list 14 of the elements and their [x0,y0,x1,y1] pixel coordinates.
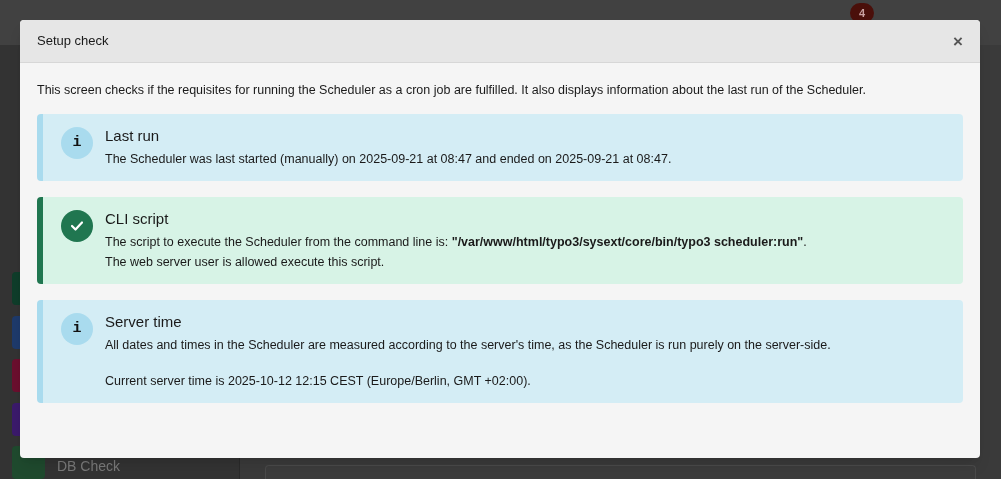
callout-title: CLI script [105,209,170,229]
callout-text: Current server time is 2025-10-12 12:15 CEST (Europe/Berlin, GMT +02:00). [105,373,532,390]
callout-text: The Scheduler was last started (manually) on 2025-09-21 at 08:47 and ended on 2025-09-21 at 08:47. [105,151,672,168]
close-button[interactable]: × [953,32,963,50]
callout-text: All dates and times in the Scheduler are measured according to the server's time, as the Scheduler is run purely on the server-side. [105,337,831,354]
info-icon: i [61,127,93,159]
callout-title: Last run [105,126,161,146]
modal-title: Setup check [37,32,109,51]
intro-text: This screen checks if the requisites for running the Scheduler as a cron job are fulfilled. It also displays information about the last run of the Scheduler. [37,82,867,99]
notification-badge: 4 [850,3,874,23]
callout-title: Server time [105,312,183,332]
check-icon [61,210,93,242]
callout-text: The script to execute the Scheduler from the command line is: "/var/www/html/typo3/sysext/core/bin/typo3 scheduler:run". The web server user is allowed execute this script. [105,234,807,271]
info-icon: i [61,313,93,345]
